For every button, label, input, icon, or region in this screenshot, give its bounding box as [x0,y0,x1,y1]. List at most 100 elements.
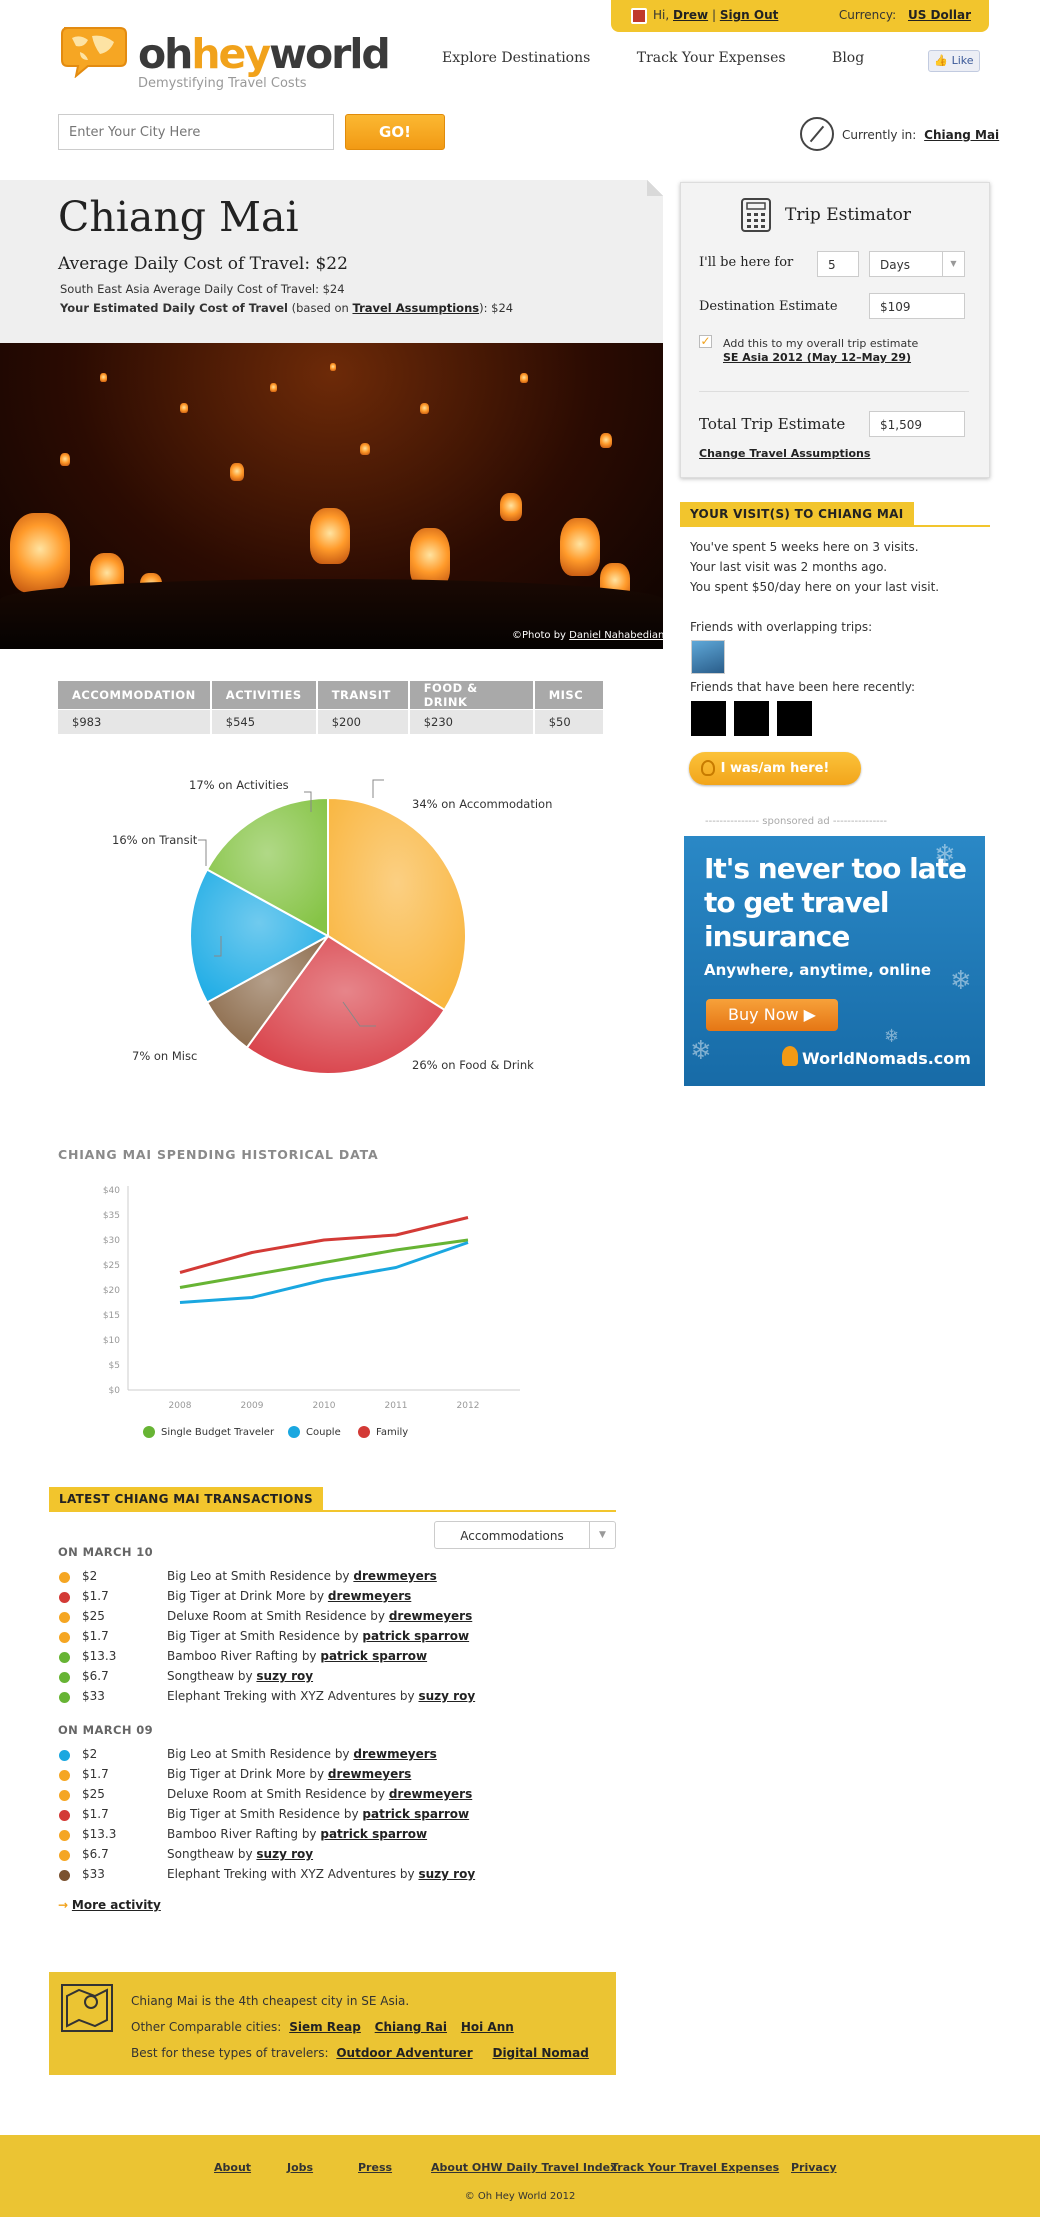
transaction-user-link[interactable]: patrick sparrow [320,1649,427,1663]
sign-out-link[interactable]: Sign Out [720,8,779,22]
nav-blog[interactable]: Blog [832,50,864,66]
user-name-link[interactable]: Drew [673,8,708,22]
recent-friends-label: Friends that have been here recently: [690,680,916,694]
y-tick-label: $35 [103,1211,120,1221]
city-hero-photo [0,343,663,649]
total-trip-estimate-label: Total Trip Estimate [699,415,846,433]
thumbs-up-icon: 👍 [934,54,949,67]
cell-transit: $200 [316,709,410,734]
days-input[interactable]: 5 [817,251,859,277]
transaction-user-link[interactable]: suzy roy [418,1689,475,1703]
col-accommodation: Accommodation [58,681,212,710]
transaction-user-link[interactable]: drewmeyers [328,1589,411,1603]
transaction-user-link[interactable]: patrick sparrow [320,1827,427,1841]
transaction-description: Bamboo River Rafting by patrick sparrow [167,1827,427,1841]
type-link-digital-nomad[interactable]: Digital Nomad [492,2046,588,2060]
ad-headline: It's never too late to get travel insura… [704,852,967,953]
y-tick-label: $20 [103,1286,120,1296]
historical-chart-title: CHIANG MAI SPENDING HISTORICAL DATA [58,1147,379,1162]
transaction-user-link[interactable]: drewmeyers [353,1569,436,1583]
travel-assumptions-link[interactable]: Travel Assumptions [352,301,479,315]
type-link-outdoor[interactable]: Outdoor Adventurer [336,2046,472,2060]
recent-friend-avatar[interactable] [734,701,769,736]
category-filter-select[interactable]: Accommodations ▼ [434,1521,616,1549]
footer-link-track-expenses[interactable]: Track Your Travel Expenses [611,2161,779,2174]
i-was-here-button[interactable]: I was/am here! [689,752,861,785]
transaction-user-link[interactable]: suzy roy [418,1867,475,1881]
transaction-user-link[interactable]: suzy roy [256,1847,313,1861]
transaction-user-link[interactable]: patrick sparrow [362,1807,469,1821]
site-footer: About Jobs Press About OHW Daily Travel … [0,2135,1040,2217]
more-activity-link[interactable]: → More activity [58,1898,161,1912]
destination-estimate-field[interactable]: $109 [869,293,965,319]
transaction-amount: $2 [82,1747,98,1761]
footer-link-about[interactable]: About [214,2161,251,2174]
footer-link-privacy[interactable]: Privacy [791,2161,837,2174]
transaction-description: Elephant Treking with XYZ Adventures by … [167,1867,475,1881]
go-button[interactable]: GO! [345,114,445,150]
pie-label-misc: 7% on Misc [132,1049,198,1063]
col-transit: Transit [316,681,410,710]
transaction-text: Bamboo River Rafting by [167,1827,317,1841]
ad-buy-now-button[interactable]: Buy Now ▶ [706,999,838,1031]
cost-table-row: $983 $545 $200 $230 $50 [58,709,605,734]
transaction-description: Deluxe Room at Smith Residence by drewme… [167,1787,472,1801]
recent-friend-avatar[interactable] [691,701,726,736]
transaction-description: Big Leo at Smith Residence by drewmeyers [167,1747,437,1761]
nav-explore-destinations[interactable]: Explore Destinations [442,50,590,66]
transaction-user-link[interactable]: drewmeyers [328,1767,411,1781]
transaction-user-link[interactable]: drewmeyers [353,1747,436,1761]
world-nomads-icon [782,1046,798,1066]
current-city-link[interactable]: Chiang Mai [924,128,999,142]
traveler-types-label: Best for these types of travelers: [131,2046,329,2060]
trip-link[interactable]: SE Asia 2012 (May 12–May 29) [723,351,918,365]
col-misc: Misc [533,681,605,710]
transaction-amount: $1.7 [82,1629,109,1643]
insurance-ad-banner[interactable]: ❄ ❄ ❄ ❄ It's never too late to get trave… [684,836,985,1086]
copyright: © Oh Hey World 2012 [464,2191,576,2202]
friend-avatar[interactable] [691,640,725,674]
transaction-user-link[interactable]: patrick sparrow [362,1629,469,1643]
change-assumptions-link[interactable]: Change Travel Assumptions [699,447,870,460]
cost-breakdown-table: Accommodation Activities Transit Food & … [58,681,605,734]
add-to-trip-checkbox[interactable]: ✓ [699,335,712,348]
transaction-description: Songtheaw by suzy roy [167,1847,313,1861]
city-link-chiang-rai[interactable]: Chiang Rai [375,2020,447,2034]
transaction-amount: $1.7 [82,1807,109,1821]
facebook-like-button[interactable]: 👍 Like [928,50,980,72]
city-search-input[interactable] [58,114,334,150]
duration-unit-select[interactable]: Days ▼ [869,251,965,277]
transaction-amount: $33 [82,1867,105,1881]
city-link-hoi-ann[interactable]: Hoi Ann [461,2020,514,2034]
recent-friend-avatar[interactable] [777,701,812,736]
footer-link-jobs[interactable]: Jobs [287,2161,313,2174]
category-dot [59,1830,70,1841]
user-avatar[interactable] [631,8,647,24]
greeting-prefix: Hi, [653,8,670,22]
total-trip-estimate-field[interactable]: $1,509 [869,411,965,437]
footer-link-about-index[interactable]: About OHW Daily Travel Index [431,2161,617,2174]
x-tick-label: 2012 [457,1401,480,1411]
transaction-day-title: ON MARCH 09 [58,1723,154,1737]
transaction-text: Deluxe Room at Smith Residence by [167,1787,386,1801]
transaction-user-link[interactable]: drewmeyers [389,1609,472,1623]
nav-track-expenses[interactable]: Track Your Expenses [637,50,786,66]
transaction-user-link[interactable]: drewmeyers [389,1787,472,1801]
city-link-siem-reap[interactable]: Siem Reap [289,2020,361,2034]
transaction-text: Elephant Treking with XYZ Adventures by [167,1867,415,1881]
your-estimate-value: ): $24 [479,301,514,315]
photographer-link[interactable]: Daniel Nahabedian [569,630,664,641]
legend-label: Single Budget Traveler [161,1427,275,1438]
photo-credit: ©Photo by Daniel Nahabedian [512,630,664,641]
legend-swatch [288,1426,300,1438]
like-label: Like [951,54,974,67]
currency-link[interactable]: US Dollar [908,8,971,22]
legend-swatch [143,1426,155,1438]
ad-subheadline: Anywhere, anytime, online [704,961,931,979]
footer-link-press[interactable]: Press [358,2161,392,2174]
category-dot [59,1770,70,1781]
col-food-drink: Food & Drink [408,681,535,710]
transaction-user-link[interactable]: suzy roy [256,1669,313,1683]
map-pin-icon [61,1984,113,2032]
transaction-description: Elephant Treking with XYZ Adventures by … [167,1689,475,1703]
